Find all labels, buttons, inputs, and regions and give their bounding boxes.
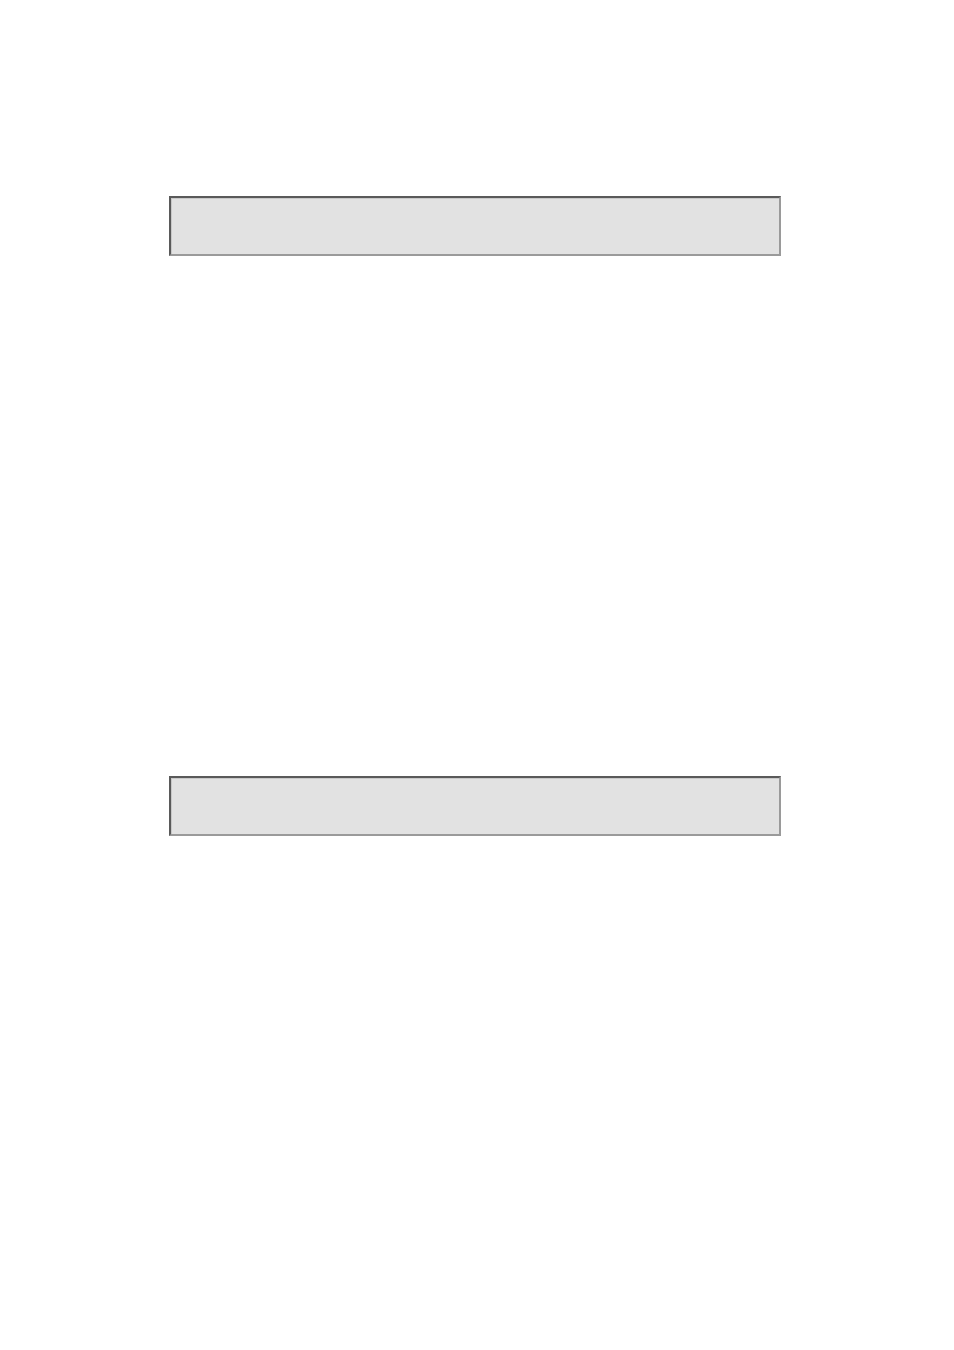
inset-panel — [169, 776, 781, 836]
inset-panel — [169, 196, 781, 256]
